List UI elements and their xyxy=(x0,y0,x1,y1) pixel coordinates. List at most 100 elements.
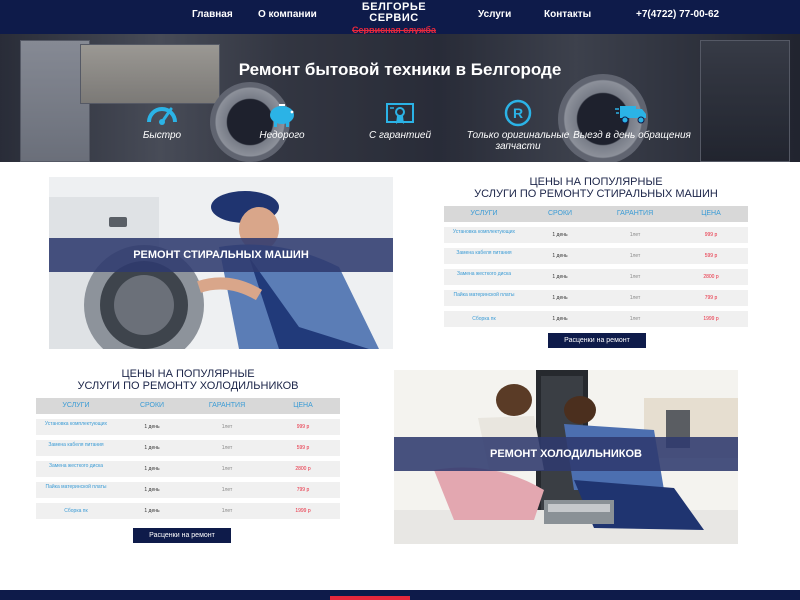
col-price: ЦЕНА xyxy=(701,210,721,217)
top-navigation: Главная О компании БЕЛГОРЬЕ СЕРВИС Серви… xyxy=(0,0,800,35)
row-term: 1 день xyxy=(552,274,568,280)
feature-cheap-label: Недорого xyxy=(259,130,305,141)
row-service: Замена жесткого диска xyxy=(48,463,104,469)
table-row: Пайка материнской платы 1 день 1лет 799 … xyxy=(444,290,748,306)
fridge-price-table: УСЛУГИ СРОКИ ГАРАНТИЯ ЦЕНА Установка ком… xyxy=(36,398,340,522)
nav-services-link[interactable]: Услуги xyxy=(478,9,511,20)
fridge-prices-button[interactable]: Расценки на ремонт xyxy=(133,528,231,543)
row-term: 1 день xyxy=(552,295,568,301)
row-price: 1999 р xyxy=(703,316,719,322)
row-price: 599 р xyxy=(704,253,718,259)
row-term: 1 день xyxy=(144,466,160,472)
row-term: 1 день xyxy=(552,253,568,259)
col-warranty: ГАРАНТИЯ xyxy=(616,210,654,217)
feature-same-day-label: Выезд в день обращения xyxy=(573,130,691,141)
fridge-banner-text: РЕМОНТ ХОЛОДИЛЬНИКОВ xyxy=(489,448,642,460)
row-warranty: 1лет xyxy=(629,316,641,322)
col-terms: СРОКИ xyxy=(547,210,573,217)
row-warranty: 1лет xyxy=(629,295,641,301)
row-price: 799 р xyxy=(704,295,718,301)
col-services: УСЛУГИ xyxy=(62,402,90,409)
row-service: Установка комплектующих xyxy=(44,421,108,427)
nav-about-link[interactable]: О компании xyxy=(258,9,317,20)
feature-original-parts-label: Только оригинальные запчасти xyxy=(466,130,570,152)
row-price: 1999 р xyxy=(295,508,311,514)
row-service: Установка комплектующих xyxy=(452,229,516,235)
hero-banner: Ремонт бытовой техники в Белгороде Быстр… xyxy=(0,34,800,162)
logo-line-2: СЕРВИС xyxy=(369,12,419,24)
row-price: 799 р xyxy=(296,487,310,493)
row-term: 1 день xyxy=(144,508,160,514)
row-price: 2800 р xyxy=(703,274,719,280)
row-service: Замена жесткого диска xyxy=(456,271,512,277)
table-row: Замена жесткого диска 1 день 1лет 2800 р xyxy=(444,269,748,285)
row-service: Пайка материнской платы xyxy=(453,292,515,298)
col-services: УСЛУГИ xyxy=(470,210,498,217)
fridge-prices-title: ЦЕНЫ НА ПОПУЛЯРНЫЕ УСЛУГИ ПО РЕМОНТУ ХОЛ… xyxy=(36,368,340,392)
col-warranty: ГАРАНТИЯ xyxy=(208,402,246,409)
table-row: Замена жесткого диска 1 день 1лет 2800 р xyxy=(36,461,340,477)
nav-contacts-link[interactable]: Контакты xyxy=(544,9,591,20)
row-price: 2800 р xyxy=(295,466,311,472)
svg-text:R: R xyxy=(513,105,523,121)
table-header: УСЛУГИ СРОКИ ГАРАНТИЯ ЦЕНА xyxy=(36,398,340,414)
table-row: Установка комплектующих 1 день 1лет 999 … xyxy=(36,419,340,435)
col-price: ЦЕНА xyxy=(293,402,313,409)
washer-prices-title: ЦЕНЫ НА ПОПУЛЯРНЫЕ УСЛУГИ ПО РЕМОНТУ СТИ… xyxy=(444,176,748,200)
row-price: 599 р xyxy=(296,445,310,451)
row-warranty: 1лет xyxy=(221,508,233,514)
col-terms: СРОКИ xyxy=(139,402,165,409)
fridge-banner: РЕМОНТ ХОЛОДИЛЬНИКОВ xyxy=(394,437,738,471)
row-warranty: 1лет xyxy=(629,274,641,280)
footer-accent xyxy=(330,596,410,600)
feature-warranty: С гарантией xyxy=(340,98,460,141)
site-logo[interactable]: БЕЛГОРЬЕ СЕРВИС Сервисная служба xyxy=(346,0,442,35)
table-header: УСЛУГИ СРОКИ ГАРАНТИЯ ЦЕНА xyxy=(444,206,748,222)
registered-icon: R xyxy=(504,99,532,127)
row-service: Сборка пк xyxy=(472,316,496,322)
washer-repair-photo[interactable]: РЕМОНТ СТИРАЛЬНЫХ МАШИН xyxy=(49,177,393,349)
row-term: 1 день xyxy=(552,232,568,238)
row-warranty: 1лет xyxy=(221,487,233,493)
feature-same-day: Выезд в день обращения xyxy=(572,98,692,141)
row-price: 999 р xyxy=(296,424,310,430)
nav-home-link[interactable]: Главная xyxy=(192,9,233,20)
washer-prices-title-line2: УСЛУГИ ПО РЕМОНТУ СТИРАЛЬНЫХ МАШИН xyxy=(474,188,718,200)
washer-prices-button[interactable]: Расценки на ремонт xyxy=(548,333,646,348)
row-warranty: 1лет xyxy=(629,253,641,259)
delivery-truck-icon xyxy=(615,106,646,124)
phone-number[interactable]: +7(4722) 77-00-62 xyxy=(636,9,719,20)
hero-title: Ремонт бытовой техники в Белгороде xyxy=(238,60,562,79)
certificate-icon xyxy=(386,103,414,124)
table-row: Пайка материнской платы 1 день 1лет 799 … xyxy=(36,482,340,498)
washer-prices-title-line1: ЦЕНЫ НА ПОПУЛЯРНЫЕ xyxy=(529,176,663,188)
row-service: Замена кабеля питания xyxy=(456,250,512,256)
feature-fast-label: Быстро xyxy=(142,130,182,141)
row-term: 1 день xyxy=(144,424,160,430)
table-row: Сборка пк 1 день 1лет 1999 р xyxy=(36,503,340,519)
row-price: 999 р xyxy=(704,232,718,238)
row-service: Пайка материнской платы xyxy=(45,484,107,490)
row-warranty: 1лет xyxy=(221,424,233,430)
row-term: 1 день xyxy=(552,316,568,322)
feature-cheap: Недорого xyxy=(222,98,342,141)
row-term: 1 день xyxy=(144,487,160,493)
feature-original-parts: R Только оригинальные запчасти xyxy=(458,98,578,152)
washer-banner-text: РЕМОНТ СТИРАЛЬНЫХ МАШИН xyxy=(133,249,309,261)
speedometer-icon xyxy=(147,107,177,125)
piggy-bank-icon xyxy=(270,104,294,127)
row-service: Замена кабеля питания xyxy=(48,442,104,448)
table-row: Замена кабеля питания 1 день 1лет 599 р xyxy=(36,440,340,456)
table-row: Установка комплектующих 1 день 1лет 999 … xyxy=(444,227,748,243)
table-row: Замена кабеля питания 1 день 1лет 599 р xyxy=(444,248,748,264)
row-warranty: 1лет xyxy=(629,232,641,238)
row-term: 1 день xyxy=(144,445,160,451)
row-warranty: 1лет xyxy=(221,466,233,472)
fridge-prices-title-line1: ЦЕНЫ НА ПОПУЛЯРНЫЕ xyxy=(121,368,255,380)
fridge-repair-photo[interactable]: РЕМОНТ ХОЛОДИЛЬНИКОВ xyxy=(394,370,738,544)
fridge-prices-title-line2: УСЛУГИ ПО РЕМОНТУ ХОЛОДИЛЬНИКОВ xyxy=(77,380,299,392)
washer-price-table: УСЛУГИ СРОКИ ГАРАНТИЯ ЦЕНА Установка ком… xyxy=(444,206,748,330)
table-row: Сборка пк 1 день 1лет 1999 р xyxy=(444,311,748,327)
row-warranty: 1лет xyxy=(221,445,233,451)
logo-underline xyxy=(352,30,436,31)
